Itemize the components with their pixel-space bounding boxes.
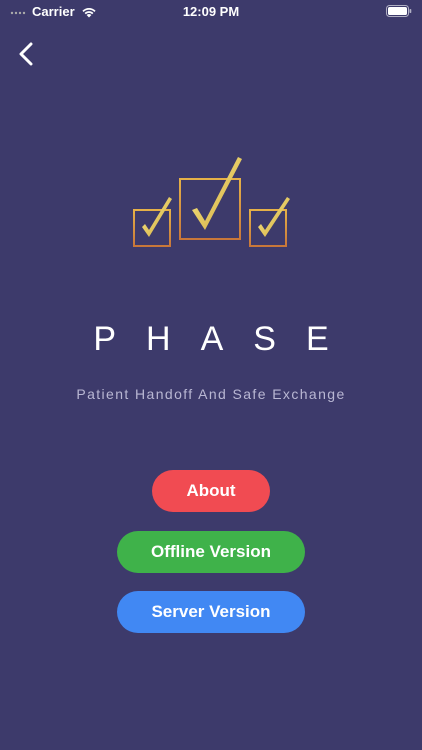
app-subtitle: Patient Handoff And Safe Exchange — [76, 386, 346, 402]
server-version-button[interactable]: Server Version — [117, 591, 305, 633]
status-bar: Carrier 12:09 PM — [0, 0, 422, 24]
battery-icon — [386, 5, 412, 17]
checkbox-center-icon — [179, 157, 242, 240]
back-button[interactable] — [12, 40, 40, 68]
chevron-left-icon — [19, 42, 33, 66]
offline-version-button[interactable]: Offline Version — [117, 531, 305, 573]
app-title: PHASE — [93, 320, 359, 358]
checkbox-left-icon — [133, 197, 172, 247]
about-button[interactable]: About — [152, 470, 270, 512]
checkbox-right-icon — [249, 197, 290, 247]
status-time: 12:09 PM — [182, 4, 240, 19]
main-screen: Carrier 12:09 PM PHASE Patient Handoff A… — [0, 0, 422, 750]
phase-logo — [133, 157, 290, 247]
